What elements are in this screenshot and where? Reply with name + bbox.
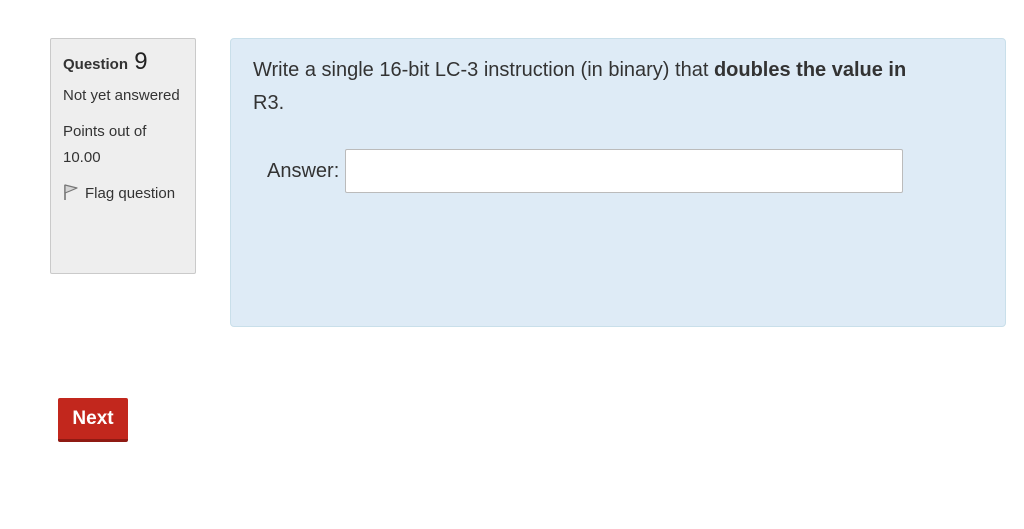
question-heading: Question 9 — [63, 47, 185, 80]
question-grade: Points out of 10.00 — [63, 123, 147, 166]
flag-question-link[interactable]: Flag question — [63, 181, 185, 207]
question-number: 9 — [134, 48, 148, 75]
question-text-plain: Write a single 16-bit LC-3 instruction (… — [253, 59, 714, 81]
question-info-panel: Question 9 Not yet answered Points out o… — [50, 38, 196, 274]
question-text-bold: doubles the value in — [713, 59, 907, 81]
answer-label: Answer: — [267, 159, 340, 182]
next-button[interactable]: Next — [58, 398, 128, 442]
question-content-panel: Write a single 16-bit LC-3 instruction (… — [230, 38, 1006, 327]
flag-icon — [63, 183, 79, 201]
answer-input[interactable] — [345, 149, 904, 193]
question-label: Question — [63, 56, 129, 73]
question-state: Not yet answered — [63, 87, 180, 104]
question-text-tail: R3. — [253, 92, 285, 114]
flag-question-label: Flag question — [85, 185, 176, 202]
question-text: Write a single 16-bit LC-3 instruction (… — [253, 54, 963, 120]
answer-row: Answer: — [267, 149, 904, 193]
